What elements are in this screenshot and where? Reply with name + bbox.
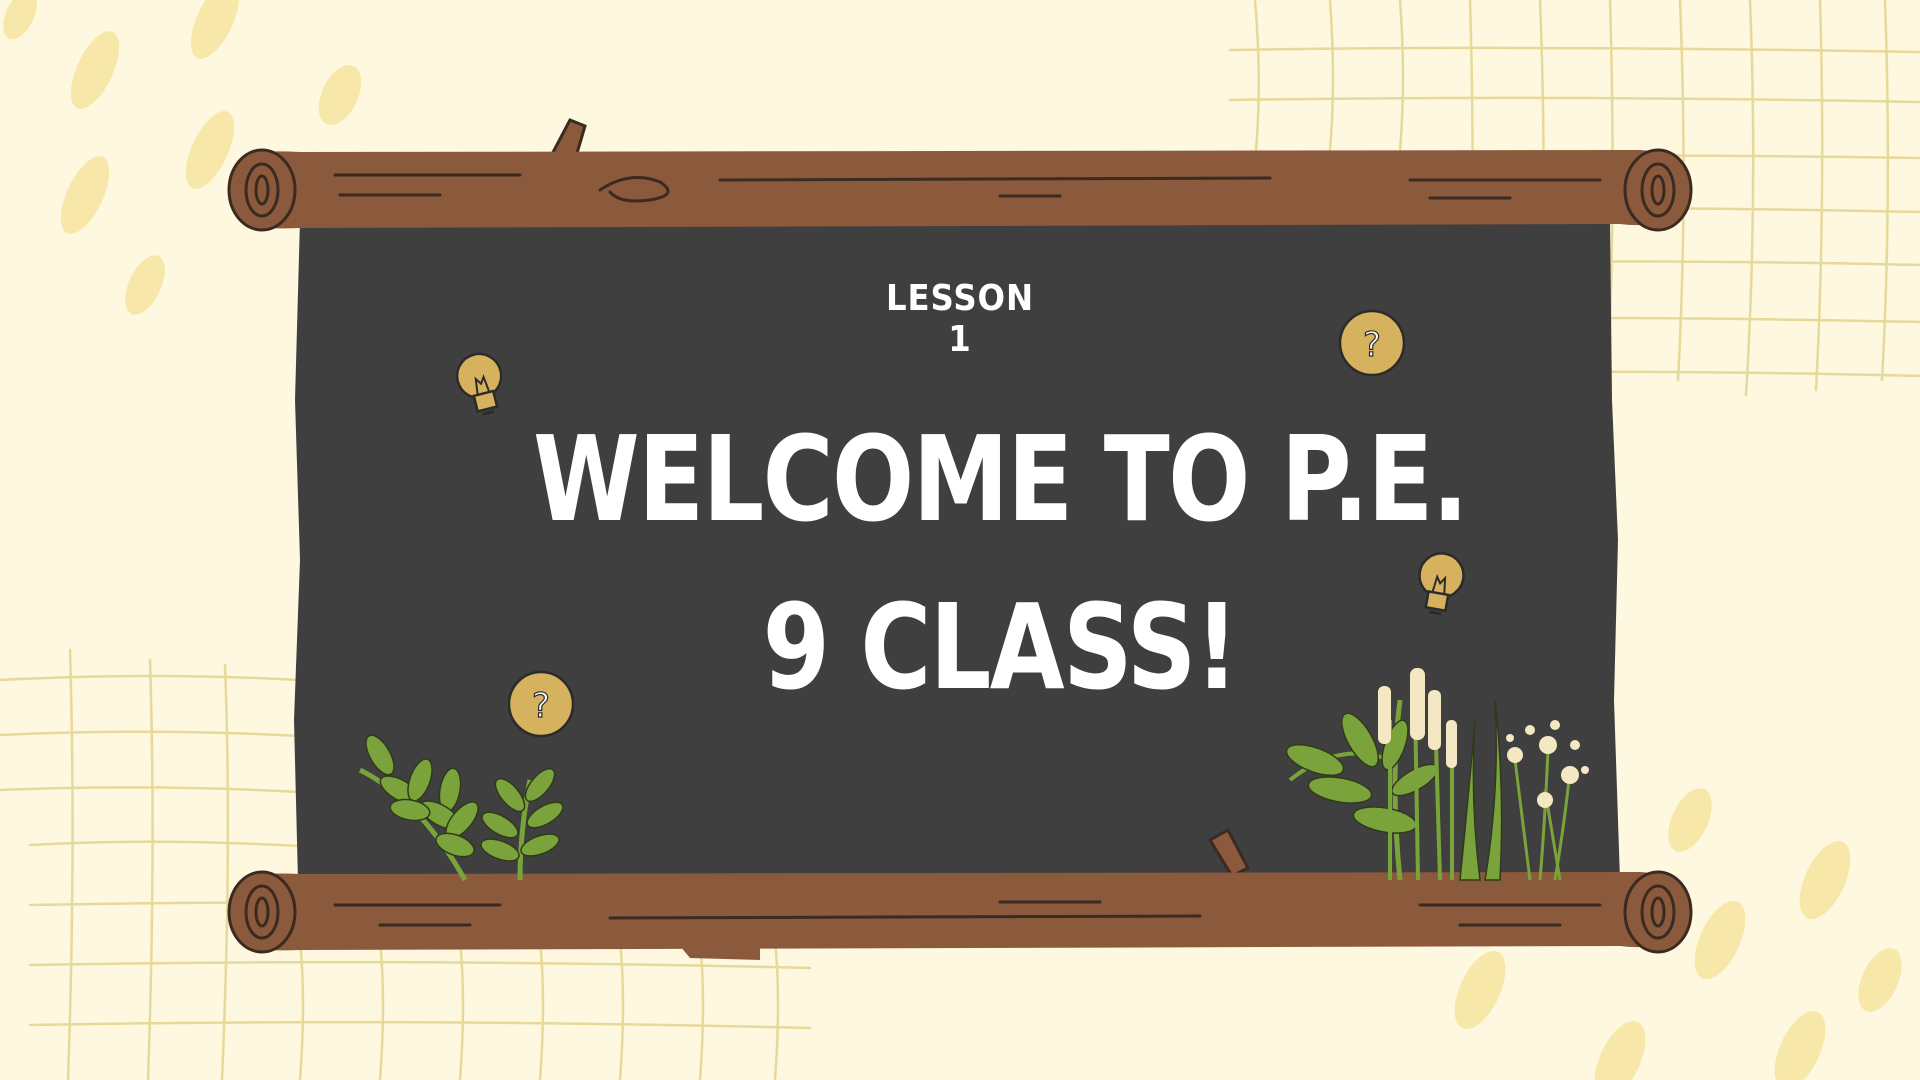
question-mark-icon: ? [507, 670, 575, 738]
question-mark-icon: ? [1338, 309, 1406, 377]
slide-background: ? ? [0, 0, 1920, 1080]
svg-text:?: ? [532, 686, 550, 726]
svg-text:?: ? [1363, 325, 1381, 365]
